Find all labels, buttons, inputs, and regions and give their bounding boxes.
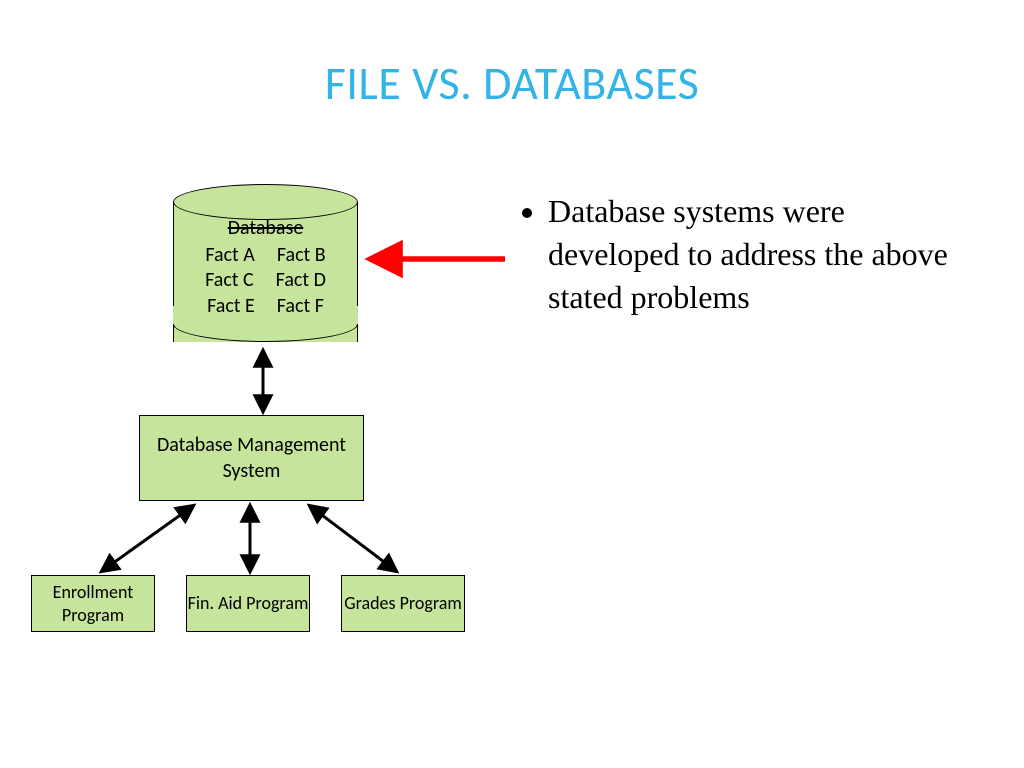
database-cylinder: Database Fact A Fact B Fact C Fact D Fac… [173, 184, 358, 342]
cylinder-cell: Fact D [276, 268, 326, 294]
cylinder-cell: Fact A [205, 243, 254, 269]
dbms-label: Database Management System [140, 432, 363, 484]
connector-arrow-icon [310, 506, 396, 571]
slide-title: FILE VS. DATABASES [0, 56, 1024, 112]
program-box-finaid: Fin. Aid Program [186, 575, 310, 632]
arrows-layer [0, 0, 1024, 768]
bullet-text: Database systems were developed to addre… [548, 190, 960, 320]
program-label: Fin. Aid Program [188, 592, 309, 615]
connector-arrow-icon [102, 506, 193, 571]
cylinder-cell: Fact F [277, 294, 324, 320]
cylinder-cell: Fact B [277, 243, 326, 269]
program-label: Grades Program [344, 592, 462, 615]
program-box-grades: Grades Program [341, 575, 465, 632]
bullet-block: Database systems were developed to addre… [520, 190, 960, 320]
cylinder-cell: Fact C [205, 268, 254, 294]
cylinder-header: Database [173, 216, 358, 242]
cylinder-cell: Fact E [207, 294, 255, 320]
dbms-box: Database Management System [139, 415, 364, 501]
program-box-enrollment: Enrollment Program [31, 575, 155, 632]
program-label: Enrollment Program [32, 581, 154, 626]
